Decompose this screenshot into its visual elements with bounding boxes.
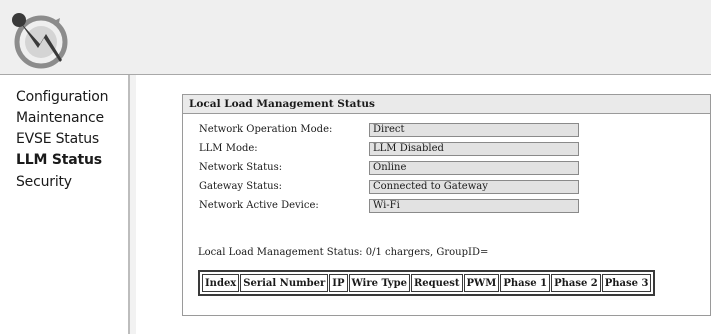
network-status-value: Online (369, 161, 579, 175)
column-header-index: Index (202, 274, 240, 292)
column-header-pwm: PWM (463, 274, 500, 292)
llm-mode-value: LLM Disabled (369, 142, 579, 156)
sidebar-item-llm-status[interactable]: LLM Status (16, 152, 102, 168)
panel-title: Local Load Management Status (183, 95, 710, 114)
column-header-phase-3: Phase 3 (601, 274, 652, 292)
column-header-ip: IP (329, 274, 348, 292)
column-header-serial-number: Serial Number (240, 274, 329, 292)
sidebar-item-maintenance[interactable]: Maintenance (16, 110, 104, 126)
main-content: Local Load Management Status Network Ope… (136, 75, 711, 334)
sidebar-nav: Configuration Maintenance EVSE Status LL… (0, 75, 130, 334)
sidebar-item-configuration[interactable]: Configuration (16, 89, 109, 105)
network-active-device-label: Network Active Device: (199, 200, 319, 211)
column-header-wire-type: Wire Type (348, 274, 410, 292)
network-operation-mode-label: Network Operation Mode: (199, 124, 333, 135)
sidebar-item-evse-status[interactable]: EVSE Status (16, 131, 99, 147)
column-header-request: Request (410, 274, 463, 292)
network-active-device-value: Wi-Fi (369, 199, 579, 213)
gateway-status-value: Connected to Gateway (369, 180, 579, 194)
network-status-label: Network Status: (199, 162, 283, 173)
network-operation-mode-value: Direct (369, 123, 579, 137)
gateway-status-label: Gateway Status: (199, 181, 283, 192)
column-header-phase-2: Phase 2 (551, 274, 601, 292)
sidebar-item-security[interactable]: Security (16, 174, 72, 190)
table-header-row: Index Serial Number IP Wire Type Request… (202, 274, 652, 292)
llm-status-panel: Local Load Management Status Network Ope… (182, 94, 711, 316)
chargers-table: Index Serial Number IP Wire Type Request… (198, 270, 656, 296)
llm-mode-label: LLM Mode: (199, 143, 258, 154)
header-bar (0, 0, 711, 75)
llm-summary-text: Local Load Management Status: 0/1 charge… (198, 247, 489, 258)
column-header-phase-1: Phase 1 (500, 274, 551, 292)
plug-bolt-logo-icon (12, 13, 68, 69)
